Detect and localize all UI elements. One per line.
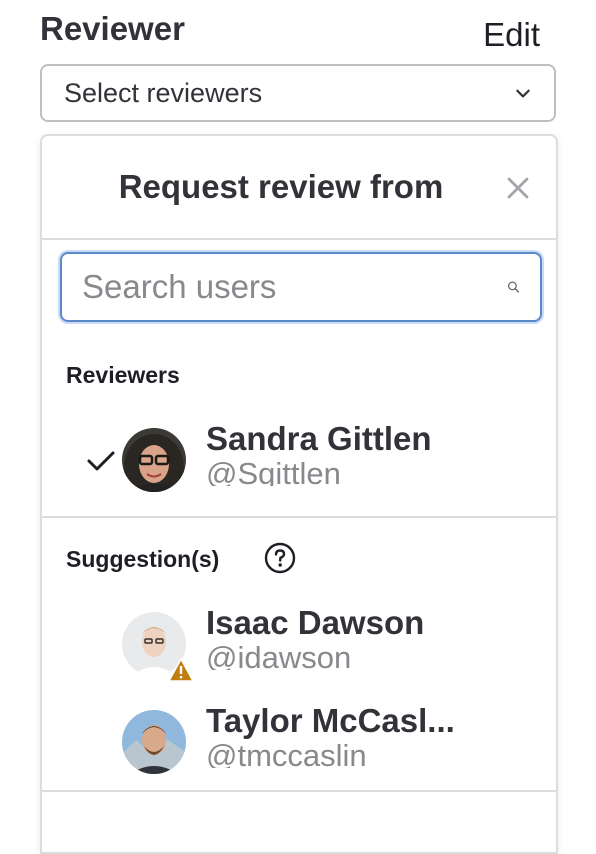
chevron-down-icon	[516, 89, 530, 98]
divider	[42, 516, 556, 518]
reviewers-section-label: Reviewers	[66, 362, 180, 388]
reviewer-item[interactable]: Sandra Gittlen @Sgittlen	[42, 420, 556, 496]
suggestion-item[interactable]: Taylor McCasl... @tmccaslin	[42, 702, 556, 778]
dropdown-header: Request review from	[42, 136, 556, 240]
user-handle: @Sgittlen	[206, 456, 341, 486]
request-review-dropdown: Request review from Reviewers Sandra Git…	[40, 134, 558, 854]
avatar	[122, 428, 186, 492]
user-name: Taylor McCasl...	[206, 702, 455, 739]
suggestions-section-label: Suggestion(s)	[66, 546, 220, 572]
select-reviewers-dropdown[interactable]: Select reviewers	[40, 64, 556, 122]
select-reviewers-label: Select reviewers	[64, 77, 263, 108]
close-icon[interactable]	[506, 176, 530, 200]
avatar	[122, 710, 186, 774]
user-handle: @idawson	[206, 640, 352, 670]
edit-link[interactable]: Edit	[483, 16, 540, 54]
check-icon	[87, 451, 115, 471]
search-box	[60, 252, 542, 322]
warning-icon	[168, 658, 194, 682]
reviewer-heading: Reviewer	[40, 10, 185, 47]
user-handle: @tmccaslin	[206, 738, 367, 768]
search-users-input[interactable]	[82, 268, 507, 306]
help-icon[interactable]	[264, 542, 296, 574]
user-name: Isaac Dawson	[206, 604, 425, 641]
suggestion-item[interactable]: Isaac Dawson @idawson	[42, 604, 556, 682]
user-name: Sandra Gittlen	[206, 420, 432, 457]
search-icon	[508, 281, 520, 293]
divider	[42, 790, 556, 792]
dropdown-title: Request review from	[118, 168, 444, 205]
